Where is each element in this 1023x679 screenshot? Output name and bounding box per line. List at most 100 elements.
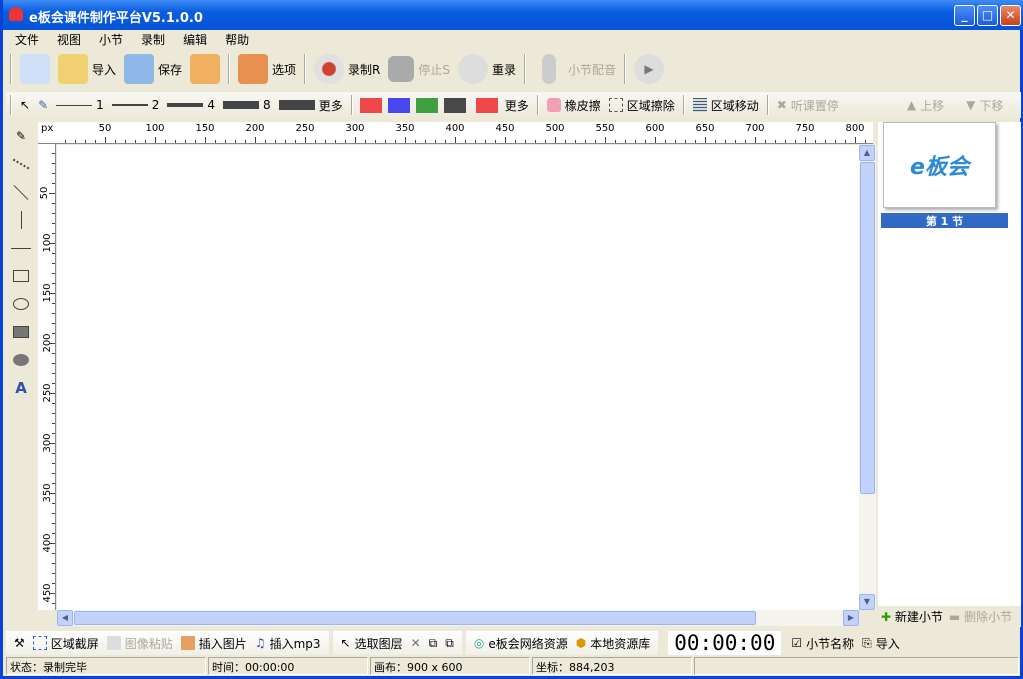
vertical-scrollbar[interactable]: ▲ ▼	[859, 145, 876, 610]
menu-edit[interactable]: 编辑	[174, 30, 216, 48]
ruler-label: 700	[745, 123, 765, 134]
dub-button[interactable]: 小节配音	[530, 54, 620, 84]
save-button[interactable]: 保存	[120, 54, 186, 84]
stop-button[interactable]: 停止S	[384, 56, 454, 82]
screenshot-button[interactable]: 区域截屏	[29, 635, 103, 652]
width-label: 8	[263, 98, 271, 112]
local-resources-label: 本地资源库	[590, 636, 651, 651]
pen-tool[interactable]: ✎	[34, 98, 52, 112]
ruler-label: 750	[795, 123, 815, 134]
x-icon: ✕	[410, 636, 421, 650]
move-up-button[interactable]: ▲ 上移	[903, 97, 948, 114]
ruler-tick	[52, 203, 55, 204]
insert-mp3-button[interactable]: ♫ 插入mp3	[251, 635, 325, 652]
net-resources-button[interactable]: ◎ e板会网络资源	[470, 635, 572, 652]
ruler-label: 400	[445, 123, 465, 134]
color-red[interactable]	[359, 97, 382, 113]
vertical-line-tool[interactable]	[6, 206, 36, 234]
ruler-tick	[75, 140, 76, 143]
maximize-button[interactable]: □	[977, 5, 998, 26]
stop-icon	[388, 56, 415, 82]
status-bar: 状态：录制完毕 时间：00:00:00 画布：900 x 600 坐标：884,…	[6, 657, 1021, 675]
pen-shape-tool[interactable]: ✎	[6, 122, 36, 150]
tools-button[interactable]: ⚒	[10, 636, 29, 650]
ruler-tick	[605, 137, 606, 143]
ruler-tick	[52, 163, 55, 164]
rerecord-button[interactable]: 重录	[454, 54, 520, 84]
scroll-left-button[interactable]: ◀	[57, 610, 73, 626]
scroll-down-button[interactable]: ▼	[859, 594, 875, 610]
pause-button[interactable]: ✖ 听课置停	[773, 97, 843, 114]
drawing-canvas[interactable]	[57, 145, 859, 610]
more-widths-button[interactable]: 更多	[275, 97, 347, 114]
area-move-button[interactable]: 区域移动	[689, 97, 763, 114]
horizontal-line-tool[interactable]	[6, 234, 36, 262]
menu-view[interactable]: 视图	[48, 30, 90, 48]
width-8[interactable]: 8	[219, 98, 275, 112]
menu-file[interactable]: 文件	[6, 30, 48, 48]
picture-icon	[180, 636, 195, 650]
horizontal-scroll-thumb[interactable]	[74, 611, 756, 625]
width-1[interactable]: 1	[52, 98, 108, 112]
options-button[interactable]: 选项	[234, 54, 300, 84]
color-blue[interactable]	[387, 97, 410, 113]
bring-front-button[interactable]: ⧉	[425, 636, 442, 651]
status-coordinates: 坐标：884,203	[532, 657, 692, 675]
width-4[interactable]: 4	[163, 98, 219, 112]
new-button[interactable]	[16, 54, 54, 84]
delete-section-button[interactable]: ▬ 删除小节	[949, 608, 1012, 625]
net-resources-label: e板会网络资源	[488, 636, 568, 651]
horizontal-scrollbar[interactable]: ◀ ▶	[57, 610, 859, 626]
ruler-tick	[615, 140, 616, 143]
text-a-icon: A	[15, 379, 27, 397]
bottom-import-button[interactable]: ⎘ 导入	[858, 635, 904, 652]
open-button[interactable]	[186, 54, 224, 84]
text-tool[interactable]: A	[6, 374, 36, 402]
select-layer-button[interactable]: ↖ 选取图层	[337, 635, 407, 652]
ruler-tick	[825, 140, 826, 143]
more-colors-button[interactable]: 更多	[469, 97, 533, 114]
menu-record[interactable]: 录制	[132, 30, 174, 48]
insert-image-button[interactable]: 插入图片	[177, 635, 251, 652]
move-down-button[interactable]: ▼ 下移	[962, 97, 1007, 114]
section-thumbnail[interactable]: e板会	[883, 122, 996, 208]
eraser-button[interactable]: 橡皮擦	[543, 97, 605, 114]
close-button[interactable]: ✕	[1000, 5, 1021, 26]
color-black[interactable]	[443, 97, 466, 113]
filled-rectangle-tool[interactable]	[6, 318, 36, 346]
delete-layer-button[interactable]: ✕	[407, 636, 425, 650]
ruler-label: 200	[42, 333, 54, 353]
ruler-tick	[52, 603, 55, 604]
play-button[interactable]: ▶	[630, 54, 668, 84]
width-2[interactable]: 2	[108, 98, 164, 112]
ruler-tick	[52, 323, 55, 324]
local-resources-button[interactable]: ⬢ 本地资源库	[572, 635, 655, 652]
paste-image-button[interactable]: 图像粘贴	[103, 635, 177, 652]
pointer-tool[interactable]: ↖	[16, 98, 34, 112]
dotted-line-tool[interactable]	[6, 150, 36, 178]
checkbox-icon: ☑	[791, 636, 803, 650]
record-button[interactable]: 录制R	[310, 54, 384, 84]
tools-icon	[238, 54, 269, 84]
minimize-button[interactable]: _	[954, 5, 975, 26]
filled-ellipse-tool[interactable]	[6, 346, 36, 374]
section-name-checkbox[interactable]: ☑ 小节名称	[787, 635, 858, 652]
diagonal-line-tool[interactable]	[6, 178, 36, 206]
ruler-tick	[275, 140, 276, 143]
new-section-button[interactable]: ✚ 新建小节	[881, 608, 943, 625]
scroll-right-button[interactable]: ▶	[843, 610, 859, 626]
area-erase-button[interactable]: 区域擦除	[605, 97, 679, 114]
scroll-up-button[interactable]: ▲	[859, 145, 875, 161]
import-button[interactable]: 导入	[54, 54, 120, 84]
paste-label: 图像粘贴	[124, 636, 173, 651]
send-back-button[interactable]: ⧉	[441, 636, 458, 651]
options-label: 选项	[272, 62, 297, 77]
ruler-tick	[52, 523, 55, 524]
color-green[interactable]	[415, 97, 438, 113]
ellipse-tool[interactable]	[6, 290, 36, 318]
section-label[interactable]: 第 1 节	[881, 213, 1008, 228]
menu-help[interactable]: 帮助	[216, 30, 258, 48]
menu-section[interactable]: 小节	[90, 30, 132, 48]
rectangle-tool[interactable]	[6, 262, 36, 290]
vertical-scroll-thumb[interactable]	[860, 162, 875, 494]
